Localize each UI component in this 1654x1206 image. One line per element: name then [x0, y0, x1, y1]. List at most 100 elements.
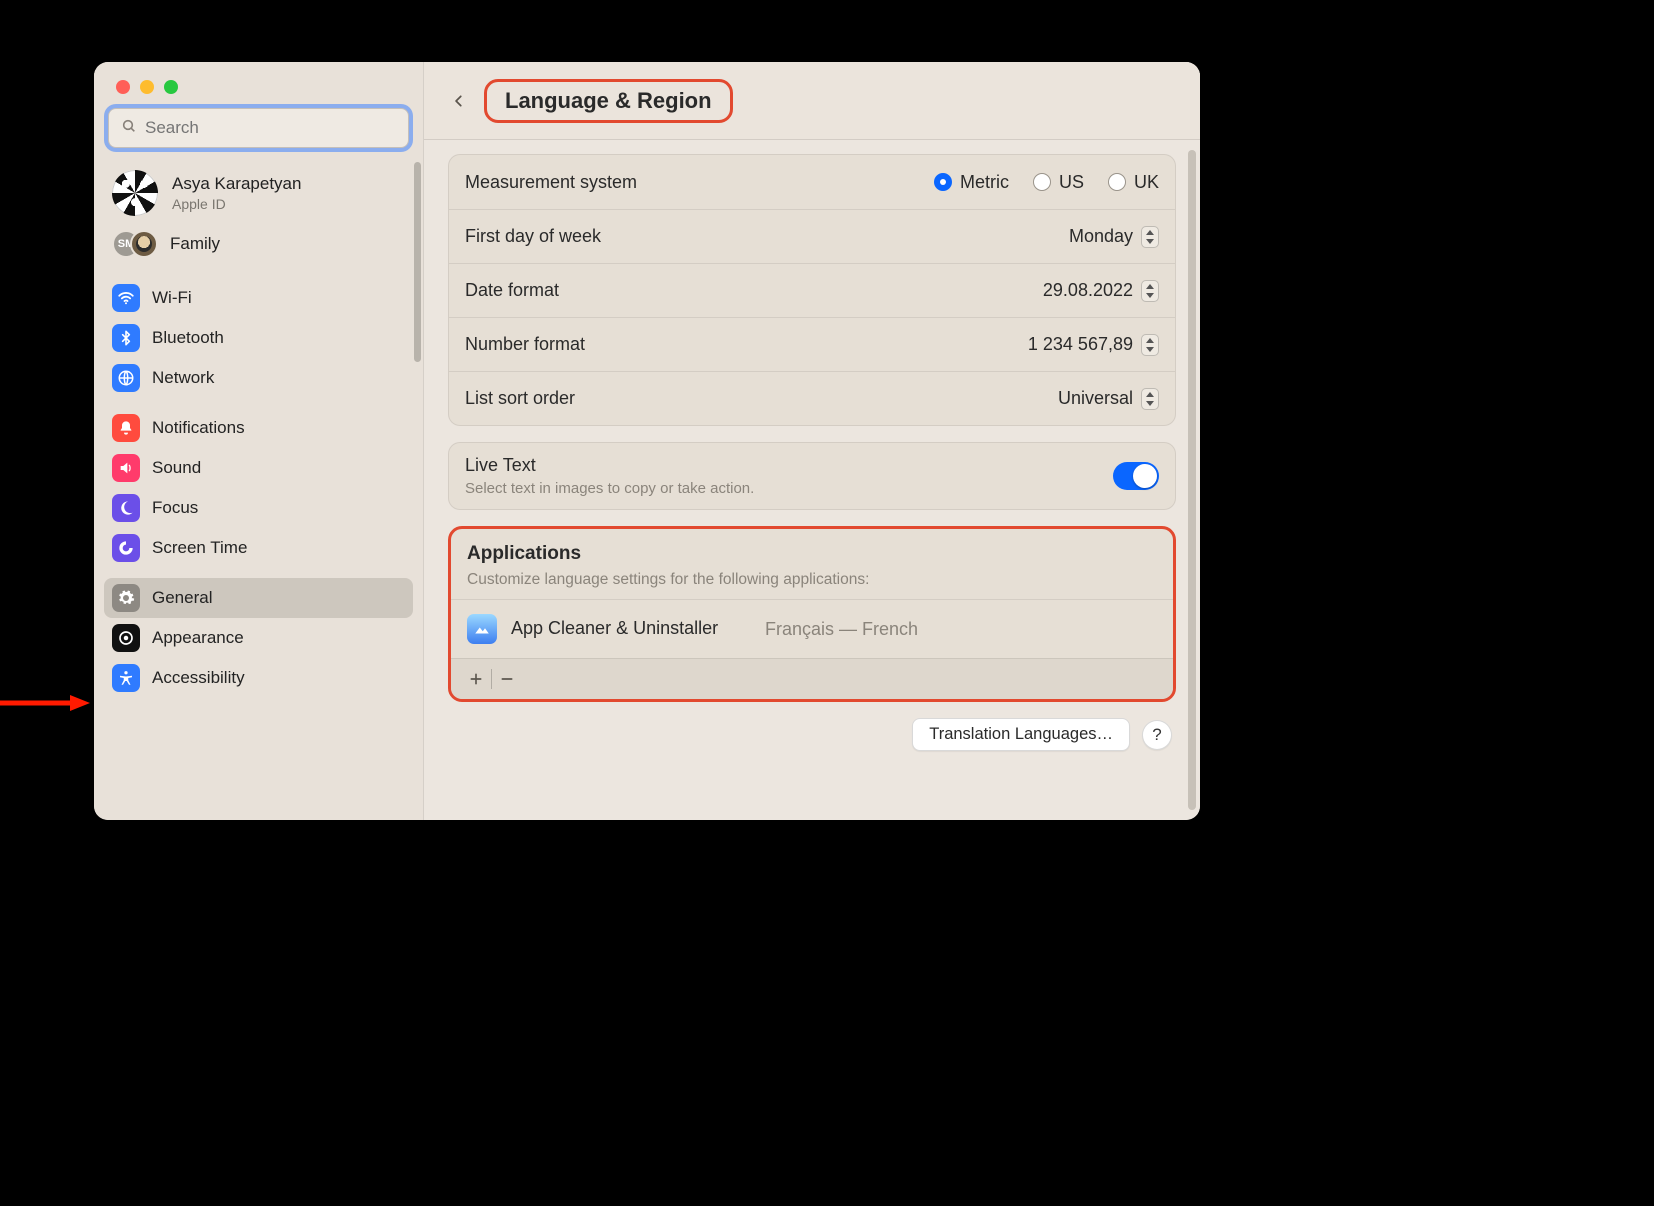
livetext-panel: Live Text Select text in images to copy …: [448, 442, 1176, 510]
appearance-icon: [112, 624, 140, 652]
chevron-updown-icon: [1141, 334, 1159, 356]
radio-dot: [934, 173, 952, 191]
radio-dot: [1033, 173, 1051, 191]
row-measurement: Measurement system Metric US UK: [449, 155, 1175, 209]
sidebar-item-focus[interactable]: Focus: [104, 488, 413, 528]
search-field[interactable]: [108, 108, 409, 148]
annotation-arrow: [0, 693, 90, 713]
measurement-radio-group: Metric US UK: [934, 172, 1159, 193]
sidebar-item-label: Notifications: [152, 418, 245, 438]
radio-uk[interactable]: UK: [1108, 172, 1159, 193]
remove-application-button[interactable]: [492, 665, 522, 693]
account-sub: Apple ID: [172, 196, 301, 212]
row-firstday: First day of week Monday: [449, 209, 1175, 263]
row-numberformat: Number format 1 234 567,89: [449, 317, 1175, 371]
accessibility-icon: [112, 664, 140, 692]
title-highlight: Language & Region: [484, 79, 733, 123]
sidebar-item-bluetooth[interactable]: Bluetooth: [104, 318, 413, 358]
sound-icon: [112, 454, 140, 482]
sidebar-item-label: Appearance: [152, 628, 244, 648]
radio-metric[interactable]: Metric: [934, 172, 1009, 193]
wifi-icon: [112, 284, 140, 312]
row-label: Number format: [465, 334, 585, 355]
sidebar-item-network[interactable]: Network: [104, 358, 413, 398]
sidebar-item-label: Accessibility: [152, 668, 245, 688]
sidebar: Asya Karapetyan Apple ID SM Family: [94, 62, 424, 820]
numberformat-select[interactable]: 1 234 567,89: [1028, 334, 1159, 356]
family-photo: [130, 230, 158, 258]
settings-panel: Measurement system Metric US UK: [448, 154, 1176, 426]
radio-label: UK: [1134, 172, 1159, 193]
close-button[interactable]: [116, 80, 130, 94]
settings-window: Asya Karapetyan Apple ID SM Family: [94, 62, 1200, 820]
row-value-text: 1 234 567,89: [1028, 334, 1133, 355]
family-label: Family: [170, 234, 220, 254]
app-icon: [467, 614, 497, 644]
sidebar-item-sound[interactable]: Sound: [104, 448, 413, 488]
family-avatars: SM: [112, 230, 158, 258]
sidebar-scrollbar[interactable]: [414, 162, 421, 362]
row-label: First day of week: [465, 226, 601, 247]
translation-languages-button[interactable]: Translation Languages…: [912, 718, 1130, 751]
sidebar-item-notifications[interactable]: Notifications: [104, 408, 413, 448]
firstday-select[interactable]: Monday: [1069, 226, 1159, 248]
sidebar-item-wifi[interactable]: Wi-Fi: [104, 278, 413, 318]
sidebar-item-accessibility[interactable]: Accessibility: [104, 658, 413, 698]
footer-buttons: Translation Languages… ?: [448, 718, 1176, 751]
add-application-button[interactable]: [461, 665, 491, 693]
applications-sub: Customize language settings for the foll…: [467, 571, 1157, 589]
focus-icon: [112, 494, 140, 522]
sidebar-item-label: Wi-Fi: [152, 288, 192, 308]
sidebar-item-screentime[interactable]: Screen Time: [104, 528, 413, 568]
radio-dot: [1108, 173, 1126, 191]
dateformat-select[interactable]: 29.08.2022: [1043, 280, 1159, 302]
sidebar-item-label: Sound: [152, 458, 201, 478]
sidebar-item-general[interactable]: General: [104, 578, 413, 618]
sidebar-item-label: Network: [152, 368, 214, 388]
chevron-updown-icon: [1141, 280, 1159, 302]
radio-label: US: [1059, 172, 1084, 193]
applications-panel: Applications Customize language settings…: [448, 526, 1176, 702]
row-label: Date format: [465, 280, 559, 301]
row-listsort: List sort order Universal: [449, 371, 1175, 425]
sidebar-item-family[interactable]: SM Family: [104, 222, 413, 268]
search-input[interactable]: [145, 118, 396, 138]
notifications-icon: [112, 414, 140, 442]
window-controls: [94, 62, 423, 108]
livetext-toggle[interactable]: [1113, 462, 1159, 490]
radio-us[interactable]: US: [1033, 172, 1084, 193]
network-icon: [112, 364, 140, 392]
sidebar-item-label: Focus: [152, 498, 198, 518]
livetext-label: Live Text: [465, 455, 754, 476]
sidebar-item-appleid[interactable]: Asya Karapetyan Apple ID: [104, 164, 413, 222]
livetext-sub: Select text in images to copy or take ac…: [465, 480, 754, 497]
application-name: App Cleaner & Uninstaller: [511, 618, 751, 640]
account-name: Asya Karapetyan: [172, 174, 301, 194]
applications-footer: [451, 658, 1173, 699]
sidebar-item-appearance[interactable]: Appearance: [104, 618, 413, 658]
row-dateformat: Date format 29.08.2022: [449, 263, 1175, 317]
sidebar-item-label: General: [152, 588, 212, 608]
fullscreen-button[interactable]: [164, 80, 178, 94]
application-language: Français — French: [765, 619, 918, 640]
bluetooth-icon: [112, 324, 140, 352]
main-pane: Language & Region Measurement system Met…: [424, 62, 1200, 820]
row-value-text: 29.08.2022: [1043, 280, 1133, 301]
listsort-select[interactable]: Universal: [1058, 388, 1159, 410]
row-value-text: Universal: [1058, 388, 1133, 409]
applications-title: Applications: [467, 543, 1157, 565]
sidebar-item-label: Bluetooth: [152, 328, 224, 348]
row-label: Measurement system: [465, 172, 637, 193]
page-title: Language & Region: [505, 88, 712, 114]
help-button[interactable]: ?: [1142, 720, 1172, 750]
chevron-updown-icon: [1141, 226, 1159, 248]
main-scrollbar[interactable]: [1188, 150, 1196, 810]
back-button[interactable]: [444, 86, 474, 116]
sidebar-item-label: Screen Time: [152, 538, 247, 558]
minimize-button[interactable]: [140, 80, 154, 94]
radio-label: Metric: [960, 172, 1009, 193]
row-livetext: Live Text Select text in images to copy …: [449, 443, 1175, 509]
chevron-updown-icon: [1141, 388, 1159, 410]
application-row[interactable]: App Cleaner & Uninstaller Français — Fre…: [451, 599, 1173, 658]
titlebar: Language & Region: [424, 62, 1200, 140]
